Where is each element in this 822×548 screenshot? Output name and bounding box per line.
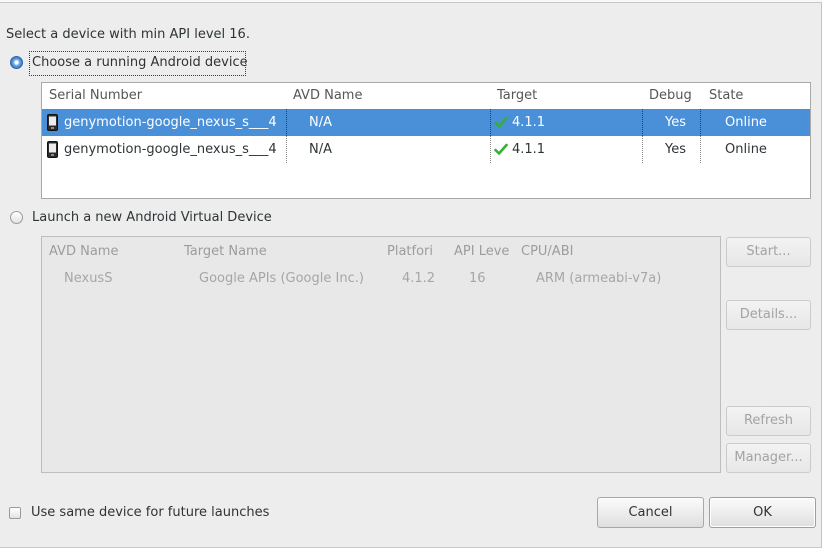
launch-avd-radio-button[interactable]: [10, 211, 23, 224]
cell-target: 4.1.1: [512, 142, 546, 157]
column-header-serial-number[interactable]: Serial Number: [49, 88, 142, 104]
start-button-label: Start...: [746, 244, 791, 259]
device-row[interactable]: genymotion-google_nexus_s___4 N/A 4.1.1 …: [42, 109, 810, 136]
phone-icon: [47, 114, 58, 131]
window-top-edge: [0, 0, 822, 3]
column-separator: [286, 109, 287, 136]
launch-avd-radio-option[interactable]: Launch a new Android Virtual Device: [9, 206, 279, 230]
column-header-avd-name[interactable]: AVD Name: [49, 244, 118, 260]
start-button[interactable]: Start...: [726, 237, 811, 267]
column-separator: [642, 136, 643, 163]
same-device-checkbox-option[interactable]: Use same device for future launches: [8, 503, 283, 523]
avd-row[interactable]: NexusS Google APIs (Google Inc.) 4.1.2 1…: [42, 265, 720, 292]
device-chooser-dialog: Select a device with min API level 16. C…: [0, 0, 822, 548]
cell-avd-name: N/A: [309, 115, 332, 130]
table-header: AVD Name Target Name Platfori API Leve C…: [42, 237, 720, 263]
details-button-label: Details...: [739, 307, 798, 322]
running-device-radio-button[interactable]: [10, 56, 23, 69]
manager-button-label: Manager...: [734, 450, 803, 465]
launch-avd-radio-label: Launch a new Android Virtual Device: [32, 210, 272, 225]
same-device-checkbox[interactable]: [9, 507, 21, 519]
details-button[interactable]: Details...: [726, 300, 811, 330]
cell-cpu-abi: ARM (armeabi-v7a): [536, 271, 662, 286]
column-header-platform[interactable]: Platfori: [387, 244, 433, 260]
running-devices-table: Serial Number AVD Name Target Debug Stat…: [41, 82, 811, 199]
column-header-avd-name[interactable]: AVD Name: [293, 88, 362, 104]
running-device-radio-label: Choose a running Android device: [32, 55, 248, 70]
column-separator: [642, 109, 643, 136]
cell-target-name: Google APIs (Google Inc.): [199, 271, 364, 286]
refresh-button[interactable]: Refresh: [726, 406, 811, 436]
cell-debug: Yes: [665, 142, 686, 157]
cell-serial-number: genymotion-google_nexus_s___4: [64, 115, 277, 130]
check-icon: [494, 116, 508, 129]
avd-table: AVD Name Target Name Platfori API Leve C…: [41, 236, 721, 473]
device-row[interactable]: genymotion-google_nexus_s___4 N/A 4.1.1 …: [42, 136, 810, 163]
column-separator: [700, 109, 701, 136]
table-header: Serial Number AVD Name Target Debug Stat…: [42, 83, 810, 109]
cell-debug: Yes: [665, 115, 686, 130]
column-header-state[interactable]: State: [709, 88, 743, 104]
column-separator: [700, 136, 701, 163]
same-device-checkbox-label: Use same device for future launches: [31, 505, 270, 520]
check-icon: [494, 143, 508, 156]
ok-button[interactable]: OK: [709, 497, 816, 528]
cancel-button[interactable]: Cancel: [597, 497, 704, 528]
cell-target: 4.1.1: [512, 115, 546, 130]
manager-button[interactable]: Manager...: [726, 443, 811, 473]
column-header-api-level[interactable]: API Leve: [454, 244, 509, 260]
cell-platform: 4.1.2: [402, 271, 436, 286]
cell-api-level: 16: [469, 271, 486, 286]
column-separator: [490, 109, 491, 136]
column-separator: [490, 136, 491, 163]
cell-avd-name: NexusS: [64, 271, 113, 286]
cell-state: Online: [725, 115, 767, 130]
column-separator: [286, 136, 287, 163]
cell-avd-name: N/A: [309, 142, 332, 157]
ok-button-label: OK: [753, 505, 772, 520]
column-header-debug[interactable]: Debug: [649, 88, 692, 104]
running-device-radio-option[interactable]: Choose a running Android device: [9, 51, 249, 77]
cancel-button-label: Cancel: [628, 505, 673, 520]
refresh-button-label: Refresh: [743, 413, 794, 428]
column-header-target[interactable]: Target: [497, 88, 537, 104]
column-header-target-name[interactable]: Target Name: [184, 244, 267, 260]
cell-serial-number: genymotion-google_nexus_s___4: [64, 142, 277, 157]
instruction-text: Select a device with min API level 16.: [6, 27, 250, 42]
column-header-cpu-abi[interactable]: CPU/ABI: [521, 244, 573, 260]
phone-icon: [47, 141, 58, 158]
cell-state: Online: [725, 142, 767, 157]
